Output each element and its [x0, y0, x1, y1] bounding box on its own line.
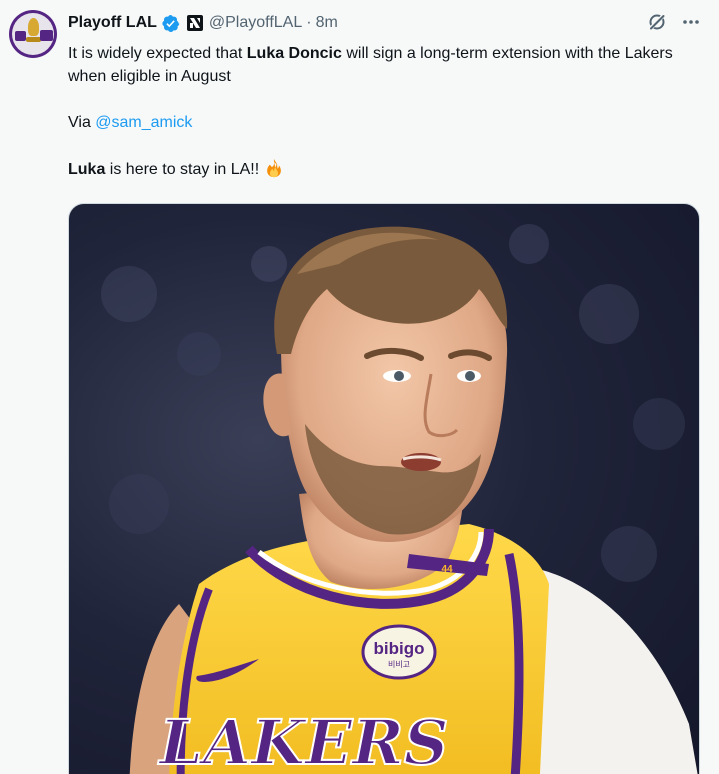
author-handle[interactable]: @PlayoffLAL: [209, 14, 302, 32]
trophy-base: [26, 37, 41, 42]
tweet[interactable]: Playoff LAL @PlayoffLAL · 8m It is widel…: [0, 0, 719, 774]
fire-emoji-icon: [267, 158, 282, 178]
jersey-team: LAKERS: [157, 706, 448, 774]
tweet-paragraph-3: Luka is here to stay in LA!!: [68, 157, 708, 181]
mention-link[interactable]: @sam_amick: [95, 114, 192, 131]
tweet-paragraph-1: It is widely expected that Luka Doncic w…: [68, 45, 673, 85]
affiliation-icon[interactable]: [186, 15, 203, 31]
tweet-header: Playoff LAL @PlayoffLAL · 8m: [68, 12, 338, 34]
verified-badge-icon: [162, 14, 180, 32]
tweet-actions: [647, 12, 701, 32]
tweet-text: It is widely expected that Luka Doncic w…: [68, 42, 708, 181]
jersey-sponsor-sub: 비비고: [388, 660, 410, 669]
bold-name-short: Luka: [68, 161, 106, 178]
avatar[interactable]: [9, 10, 57, 58]
tweet-photo[interactable]: 44 bibigo 비비고 LAKERS: [68, 203, 700, 774]
grok-icon[interactable]: [647, 12, 667, 32]
jersey-number: 44: [441, 564, 453, 575]
author-name[interactable]: Playoff LAL: [68, 14, 157, 32]
bold-name: Luka Doncic: [246, 45, 342, 62]
avatar-logo-left: [15, 31, 26, 41]
avatar-logo-right: [40, 30, 53, 41]
timestamp[interactable]: 8m: [316, 14, 338, 32]
jersey-sponsor: bibigo: [374, 639, 425, 658]
separator: ·: [306, 14, 312, 31]
trophy-icon: [28, 18, 39, 36]
tweet-paragraph-via: Via @sam_amick: [68, 114, 193, 131]
more-icon[interactable]: [681, 12, 701, 32]
photo-player-illustration: 44 bibigo 비비고 LAKERS: [101, 224, 698, 774]
